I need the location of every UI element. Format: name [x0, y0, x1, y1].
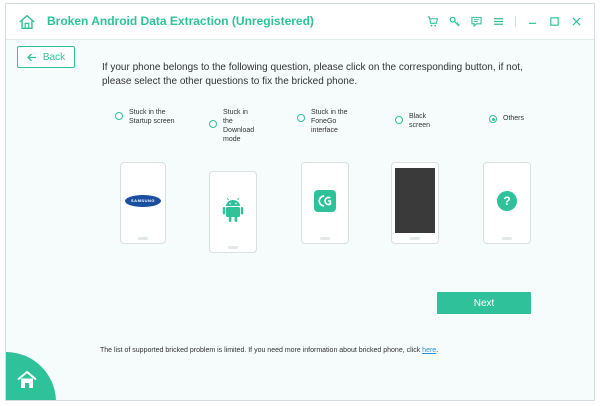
feedback-icon[interactable]: [471, 16, 482, 27]
key-icon[interactable]: [449, 16, 460, 27]
phone-black-display: [395, 168, 435, 233]
phone-screen: [213, 177, 253, 242]
cart-icon[interactable]: [427, 16, 438, 27]
phone-screen: ?: [487, 168, 527, 233]
fonego-logo-icon: [314, 189, 336, 212]
option-others[interactable]: Others: [489, 114, 539, 123]
footer-text: The list of supported bricked problem is…: [100, 347, 421, 354]
radio-fonego-interface[interactable]: [297, 114, 305, 122]
option-startup-screen[interactable]: Stuck in the Startup screen: [115, 108, 179, 126]
phone-fonego-interface[interactable]: [301, 162, 349, 244]
title-bar-controls: [427, 16, 582, 27]
title-bar: Broken Android Data Extraction (Unregist…: [6, 4, 594, 40]
option-label: Stuck in the Download mode: [223, 109, 255, 143]
footer-period: .: [436, 347, 439, 354]
option-label: Stuck in the Startup screen: [129, 109, 175, 125]
option-black-screen[interactable]: Black screen: [395, 112, 439, 130]
option-label: Others: [503, 115, 525, 122]
window-title: Broken Android Data Extraction (Unregist…: [47, 14, 314, 28]
phone-home-button: [228, 246, 238, 249]
home-button[interactable]: [6, 352, 56, 400]
phone-others[interactable]: ?: [483, 162, 531, 244]
maximize-icon[interactable]: [549, 16, 560, 27]
option-fonego-interface[interactable]: Stuck in the FoneGo interface: [297, 108, 357, 135]
radio-download-mode[interactable]: [209, 120, 217, 128]
back-label: Back: [42, 51, 66, 63]
back-button[interactable]: Back: [17, 46, 75, 68]
home-icon: [17, 371, 37, 388]
samsung-logo: SAMSUNG: [125, 194, 161, 207]
phone-black-screen[interactable]: [391, 162, 439, 244]
here-link[interactable]: here: [422, 347, 436, 354]
android-icon: [222, 197, 244, 222]
option-label: Stuck in the FoneGo interface: [311, 109, 348, 134]
phone-home-button: [320, 237, 330, 240]
minimize-icon[interactable]: [527, 16, 538, 27]
phone-home-button: [502, 237, 512, 240]
option-label: Black screen: [409, 113, 431, 129]
radio-startup-screen[interactable]: [115, 112, 123, 120]
close-icon[interactable]: [571, 16, 582, 27]
phone-home-button: [138, 237, 148, 240]
footer-note: The list of supported bricked problem is…: [100, 347, 438, 354]
menu-icon[interactable]: [493, 16, 504, 27]
phone-home-button: [410, 237, 420, 240]
app-window: Broken Android Data Extraction (Unregist…: [5, 3, 595, 401]
radio-others[interactable]: [489, 115, 497, 123]
phone-download-mode[interactable]: [209, 171, 257, 253]
phone-screen: SAMSUNG: [124, 168, 162, 233]
arrow-left-icon: [26, 53, 36, 61]
instruction-text: If your phone belongs to the following q…: [102, 62, 523, 87]
question-mark-icon: ?: [497, 190, 517, 211]
next-button[interactable]: Next: [437, 292, 531, 314]
title-bar-divider: [515, 16, 516, 27]
phone-startup-screen[interactable]: SAMSUNG: [120, 162, 166, 244]
option-download-mode[interactable]: Stuck in the Download mode: [209, 108, 257, 144]
phone-screen: [305, 168, 345, 233]
radio-black-screen[interactable]: [395, 116, 403, 124]
home-outline-icon[interactable]: [18, 13, 36, 31]
